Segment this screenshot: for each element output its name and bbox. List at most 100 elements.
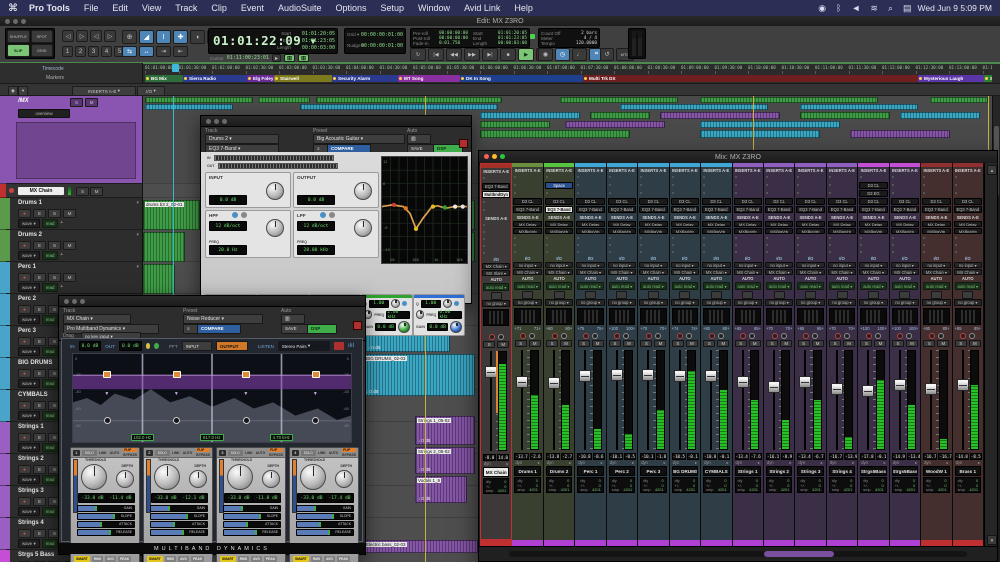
insert-d3-cl[interactable]: D3 CL (576, 198, 604, 205)
insert-d3-cl[interactable]: D3 CL (765, 198, 793, 205)
insert-d3-cl[interactable]: D3 CL (922, 198, 950, 205)
pre-post-icon[interactable]: ▸ (272, 54, 281, 62)
audio-clip-electric-bass-02-03[interactable]: Electric bass_02-03 (363, 540, 478, 553)
send-empty[interactable] (765, 235, 793, 241)
input-monitor-button[interactable] (529, 333, 535, 339)
threshold-knob[interactable] (154, 464, 180, 490)
insert-empty[interactable] (828, 182, 856, 189)
automation-mode[interactable]: auto read ▾ (514, 282, 540, 290)
insert-empty[interactable] (639, 182, 667, 189)
record-button[interactable]: ● (18, 305, 31, 314)
send-empty[interactable] (639, 249, 667, 255)
input-monitor-button[interactable] (875, 333, 881, 339)
band-gain-slider[interactable]: GAIN (77, 505, 135, 512)
volume-value[interactable]: -10.5 (672, 453, 686, 460)
input-monitor-button[interactable] (686, 333, 692, 339)
send-empty[interactable] (734, 249, 762, 255)
band-slope-slider[interactable]: SLOPE (296, 513, 354, 520)
insert-empty[interactable] (859, 174, 887, 181)
insert-empty[interactable] (765, 182, 793, 189)
gain-knob[interactable] (398, 321, 410, 333)
input-knob[interactable] (266, 182, 284, 200)
grid-value[interactable]: 00:00:00:01:00 (361, 32, 403, 38)
band-mode-smart[interactable]: SMART (74, 556, 90, 562)
send-empty[interactable] (671, 242, 699, 248)
record-button[interactable]: ● (18, 209, 31, 218)
insert-eq3-7-band[interactable]: EQ3 7-Band (954, 206, 982, 213)
marker-mysterious-laugh[interactable]: Mysterious Laugh (918, 75, 984, 82)
send-empty[interactable] (482, 229, 510, 235)
insert-empty[interactable] (828, 174, 856, 181)
zoom-preset-2[interactable]: 2 (75, 46, 86, 57)
automation-mode[interactable]: auto read ▾ (609, 282, 635, 290)
solo-button[interactable]: S (798, 340, 810, 347)
insert-space[interactable]: Space (545, 182, 573, 189)
scroll-down-icon[interactable]: ▼ (987, 535, 997, 545)
insert-eq3-7-band[interactable]: EQ3 7-Band (702, 206, 730, 213)
record-button[interactable]: ● (18, 497, 31, 506)
control-center-icon[interactable]: ▤ (903, 3, 912, 14)
edit-link-button-0[interactable]: ⇆ (122, 46, 137, 57)
record-enable-button[interactable] (835, 333, 841, 339)
input-button[interactable]: E (33, 241, 46, 250)
record-enable-button[interactable] (489, 334, 495, 340)
mute-button[interactable]: M (497, 341, 509, 348)
insert-empty[interactable] (545, 174, 573, 181)
mute-button[interactable]: M (937, 340, 949, 347)
group-selector[interactable]: no group ▾ (513, 299, 541, 306)
insert-eq3-7-band[interactable]: EQ3 7-Band (671, 206, 699, 213)
solo-button[interactable]: S (860, 340, 872, 347)
mute-button[interactable]: M (843, 340, 855, 347)
volume-icon[interactable]: ◄ (851, 3, 860, 13)
send-empty[interactable] (796, 242, 824, 248)
volume-value[interactable]: -10.8 (577, 453, 591, 460)
threshold-knob[interactable] (227, 464, 253, 490)
search-icon[interactable]: ⌕ (888, 3, 893, 14)
group-selector[interactable]: no group ▾ (576, 299, 604, 306)
scroll-up-icon[interactable]: ▲ (987, 165, 997, 175)
power-button[interactable] (154, 343, 159, 349)
peak-value[interactable]: -0.5 (624, 453, 636, 460)
mute-button[interactable]: M (623, 340, 635, 347)
automation-mode[interactable]: auto read ▾ (860, 282, 886, 290)
band-link-button[interactable]: LINK (99, 451, 107, 455)
record-button[interactable]: ● (18, 529, 31, 538)
audio-clip[interactable] (590, 112, 650, 119)
audio-clip-drums-b3-2-02-01[interactable]: drums b3 2_02-01 (143, 200, 200, 230)
tempo-label[interactable]: Tempo (541, 41, 555, 46)
menu-clip[interactable]: Clip (204, 3, 234, 13)
output-value[interactable]: 0.0 dB (297, 195, 335, 205)
audio-clip[interactable] (800, 112, 890, 119)
band-auto-button[interactable]: AUTO (329, 451, 339, 455)
input-selector[interactable]: no input ▾ (639, 262, 667, 268)
input-monitor-button[interactable] (969, 333, 975, 339)
send-empty[interactable] (828, 235, 856, 241)
insert-d3-cl[interactable]: D3 CL (796, 198, 824, 205)
insert-d3-cl[interactable]: D3 CL (954, 198, 982, 205)
crossover-frequency[interactable]: 4.70 kHz (270, 434, 293, 441)
depth-value[interactable]: -12.1 dB (179, 493, 208, 503)
insert-eq3-7-band[interactable]: EQ3 7-Band (608, 206, 636, 213)
input-monitor-button[interactable] (592, 333, 598, 339)
insert-eq3-7-band[interactable]: EQ3 7-Band (891, 206, 919, 213)
marker-security-alarm[interactable]: Security Alarm (332, 75, 398, 82)
depth-value[interactable]: -17.4 dB (325, 493, 354, 503)
insert-empty[interactable] (891, 190, 919, 197)
insert-empty[interactable] (734, 182, 762, 189)
band-mode-avg[interactable]: AVG (178, 556, 189, 562)
send-empty[interactable] (828, 249, 856, 255)
input-selector[interactable]: no input ▾ (891, 262, 919, 268)
band-flip-button[interactable]: FLIP (269, 448, 283, 452)
insert-d3-cl[interactable]: D3 CL (859, 182, 887, 189)
send-mx-delay[interactable]: MX Delay (828, 221, 856, 227)
filter-in-button[interactable] (320, 212, 326, 218)
input-selector[interactable]: no input ▾ (702, 262, 730, 268)
input-selector[interactable]: no input ▾ (513, 262, 541, 268)
input-monitor-button[interactable] (938, 333, 944, 339)
group-selector[interactable]: no group ▾ (639, 299, 667, 306)
automation-mode[interactable]: auto read ▾ (672, 282, 698, 290)
send-empty[interactable] (891, 235, 919, 241)
insert-d3-cl[interactable]: D3 CL (859, 198, 887, 205)
send-empty[interactable] (734, 242, 762, 248)
group-selector[interactable]: no group ▾ (671, 299, 699, 306)
